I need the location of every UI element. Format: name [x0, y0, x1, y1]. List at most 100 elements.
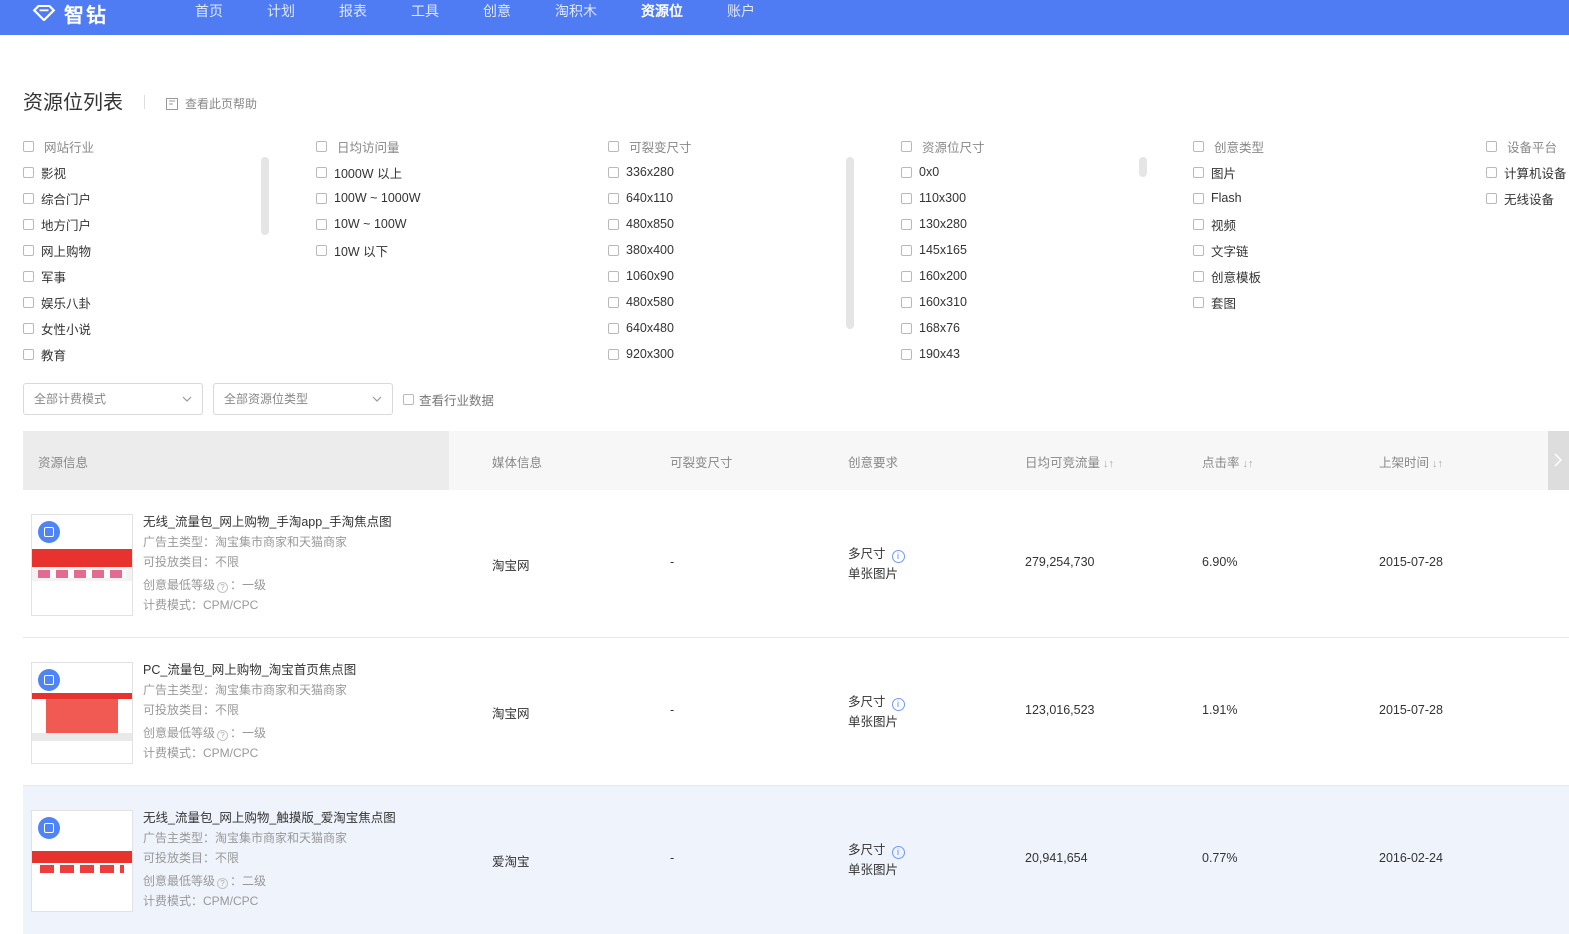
filter-option[interactable]: 480x580 [608, 289, 692, 315]
resource-name[interactable]: 无线_流量包_网上购物_手淘app_手淘焦点图 [143, 512, 392, 532]
filter-option[interactable]: 视频 [1193, 211, 1264, 237]
slot-type-select[interactable]: 全部资源位类型 [213, 383, 393, 415]
filter-option[interactable]: 创意模板 [1193, 263, 1264, 289]
question-icon[interactable]: ? [217, 582, 229, 593]
filter-checkbox[interactable] [1193, 192, 1204, 204]
filter-checkbox[interactable] [23, 166, 34, 178]
info-icon[interactable]: i [891, 846, 905, 859]
table-row[interactable]: 无线_流量包_网上购物_手淘app_手淘焦点图 广告主类型：淘宝集市商家和天猫商家… [23, 490, 1569, 638]
filter-option[interactable]: 1000W 以上 [316, 159, 421, 185]
filter-checkbox[interactable] [901, 140, 912, 152]
info-icon[interactable]: i [891, 698, 905, 711]
filter-checkbox[interactable] [23, 348, 34, 360]
filter-option[interactable]: Flash [1193, 185, 1264, 211]
filter-header-device[interactable]: 设备平台 [1486, 133, 1567, 159]
filter-checkbox[interactable] [608, 218, 619, 230]
table-scroll-right-button[interactable] [1548, 431, 1569, 490]
filter-option[interactable]: 10W ~ 100W [316, 211, 421, 237]
nav-taojimu[interactable]: 淘积木 [555, 0, 597, 24]
nav-report[interactable]: 报表 [339, 0, 367, 24]
filter-checkbox[interactable] [901, 192, 912, 204]
filter-option[interactable]: 0x0 [901, 159, 985, 185]
table-row[interactable]: PC_流量包_网上购物_淘宝首页焦点图 广告主类型：淘宝集市商家和天猫商家 可投放类… [23, 638, 1569, 786]
filter-checkbox[interactable] [608, 140, 619, 152]
filter-checkbox[interactable] [1193, 296, 1204, 308]
slot-size-scrollbar[interactable] [1139, 157, 1147, 177]
filter-checkbox[interactable] [608, 192, 619, 204]
filter-option[interactable]: 文字链 [1193, 237, 1264, 263]
filter-checkbox[interactable] [23, 296, 34, 308]
col-traffic[interactable]: 日均可竞流量 ↓↑ [1025, 452, 1114, 471]
filter-checkbox[interactable] [1486, 166, 1497, 178]
filter-checkbox[interactable] [608, 296, 619, 308]
question-icon[interactable]: ? [217, 730, 229, 741]
resource-thumbnail[interactable] [31, 810, 133, 912]
filter-option[interactable]: 图片 [1193, 159, 1264, 185]
filter-option[interactable]: 145x165 [901, 237, 985, 263]
filter-checkbox[interactable] [23, 244, 34, 256]
filter-checkbox[interactable] [316, 140, 327, 152]
filter-option[interactable]: 160x200 [901, 263, 985, 289]
filter-option[interactable]: 380x400 [608, 237, 692, 263]
filter-header-split-size[interactable]: 可裂变尺寸 [608, 133, 692, 159]
resource-thumbnail[interactable] [31, 514, 133, 616]
split-size-scrollbar[interactable] [846, 157, 854, 329]
filter-option[interactable]: 110x300 [901, 185, 985, 211]
filter-option[interactable]: 10W 以下 [316, 237, 421, 263]
logo[interactable]: 智钻 [32, 2, 108, 27]
filter-checkbox[interactable] [608, 270, 619, 282]
filter-checkbox[interactable] [1193, 270, 1204, 282]
filter-checkbox[interactable] [316, 192, 327, 204]
filter-header-slot-size[interactable]: 资源位尺寸 [901, 133, 985, 159]
filter-checkbox[interactable] [901, 270, 912, 282]
resource-thumbnail[interactable] [31, 662, 133, 764]
resource-name[interactable]: 无线_流量包_网上购物_触摸版_爱淘宝焦点图 [143, 808, 396, 828]
filter-checkbox[interactable] [1486, 140, 1497, 152]
filter-checkbox[interactable] [316, 218, 327, 230]
industry-data-toggle[interactable]: 查看行业数据 [403, 390, 494, 409]
nav-plan[interactable]: 计划 [267, 0, 295, 24]
filter-checkbox[interactable] [901, 244, 912, 256]
filter-checkbox[interactable] [1193, 166, 1204, 178]
filter-option[interactable]: 336x280 [608, 159, 692, 185]
filter-checkbox[interactable] [608, 322, 619, 334]
filter-option[interactable]: 娱乐八卦 [23, 289, 94, 315]
filter-checkbox[interactable] [901, 218, 912, 230]
filter-checkbox[interactable] [608, 348, 619, 360]
nav-account[interactable]: 账户 [727, 0, 755, 24]
filter-checkbox[interactable] [316, 166, 327, 178]
filter-option[interactable]: 教育 [23, 341, 94, 367]
filter-header-daily-visits[interactable]: 日均访问量 [316, 133, 421, 159]
col-ctr[interactable]: 点击率 ↓↑ [1202, 452, 1254, 471]
filter-option[interactable]: 640x480 [608, 315, 692, 341]
nav-tools[interactable]: 工具 [411, 0, 439, 24]
filter-option[interactable]: 640x110 [608, 185, 692, 211]
filter-option[interactable]: 168x76 [901, 315, 985, 341]
filter-checkbox[interactable] [901, 166, 912, 178]
filter-option[interactable]: 1060x90 [608, 263, 692, 289]
filter-checkbox[interactable] [608, 166, 619, 178]
resource-name[interactable]: PC_流量包_网上购物_淘宝首页焦点图 [143, 660, 356, 680]
info-icon[interactable]: i [891, 550, 905, 563]
filter-option[interactable]: 无线设备 [1486, 185, 1567, 211]
filter-checkbox[interactable] [23, 192, 34, 204]
filter-checkbox[interactable] [1193, 244, 1204, 256]
billing-mode-select[interactable]: 全部计费模式 [23, 383, 203, 415]
filter-checkbox[interactable] [23, 140, 34, 152]
filter-checkbox[interactable] [23, 322, 34, 334]
filter-checkbox[interactable] [901, 322, 912, 334]
filter-option[interactable]: 影视 [23, 159, 94, 185]
nav-resource[interactable]: 资源位 [641, 0, 683, 24]
industry-scrollbar[interactable] [261, 157, 269, 235]
filter-header-creative-type[interactable]: 创意类型 [1193, 133, 1264, 159]
filter-checkbox[interactable] [901, 348, 912, 360]
filter-checkbox[interactable] [1193, 218, 1204, 230]
filter-option[interactable]: 190x43 [901, 341, 985, 367]
filter-checkbox[interactable] [23, 218, 34, 230]
filter-option[interactable]: 地方门户 [23, 211, 94, 237]
filter-checkbox[interactable] [1193, 140, 1204, 152]
filter-checkbox[interactable] [901, 296, 912, 308]
filter-option[interactable]: 女性小说 [23, 315, 94, 341]
table-row[interactable]: 无线_流量包_网上购物_触摸版_爱淘宝焦点图 广告主类型：淘宝集市商家和天猫商家可… [23, 786, 1569, 934]
filter-option[interactable]: 综合门户 [23, 185, 94, 211]
